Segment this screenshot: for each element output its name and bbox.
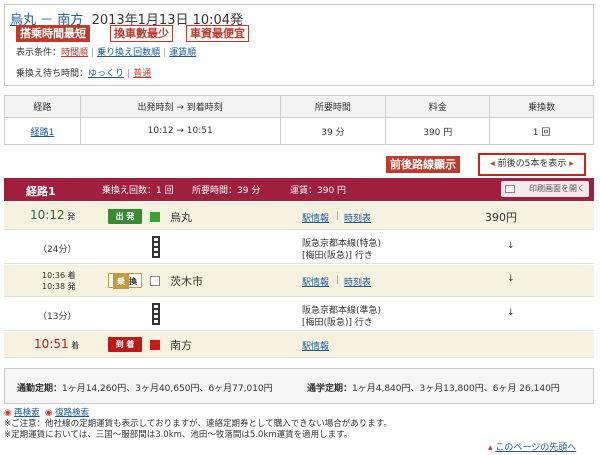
transfer-badge-right: 換	[129, 277, 137, 286]
page-top-link[interactable]: ▴ このページの先頭へ	[488, 440, 576, 453]
station-marker-icon	[150, 340, 160, 350]
print-icon	[505, 185, 515, 193]
departure-time: 10:12	[30, 208, 65, 222]
route-bar-title: 経路1	[26, 185, 56, 198]
route-bar-fare: 運賃：390 円	[290, 186, 347, 196]
segment-row: （24分） 阪急京都本線(特急) [梅田(阪急)] 行き ↓	[4, 231, 594, 264]
before-after-button[interactable]: ◂ 前後の5本を表示 ▸	[478, 153, 586, 176]
station-info-link[interactable]: 駅情報	[302, 211, 329, 224]
arrival-badge: 到 着	[108, 337, 142, 352]
before-after-label: 前後の5本を表示	[497, 159, 567, 169]
research-icon: ◉	[4, 408, 12, 418]
annotation-cheapest: 車資最便宜	[186, 25, 249, 42]
school-pass-prices: 1ヶ月4,840円、3ヶ月13,800円、6ヶ月 26,140円	[352, 384, 560, 394]
commute-pass-label: 通勤定期：	[17, 384, 63, 394]
research-link[interactable]: 再検索	[14, 408, 40, 418]
departure-badge: 出 発	[108, 209, 142, 224]
annotation-before-after: 前後路線顯示	[386, 156, 460, 173]
conditions-label: 表示条件：	[16, 48, 62, 58]
departure-suffix: 発	[67, 212, 76, 221]
school-pass-label: 通学定期：	[307, 384, 353, 394]
transfer-badge: 乗換	[108, 273, 142, 289]
return-search-link[interactable]: 復路検索	[55, 408, 89, 418]
commute-pass-prices: 1ヶ月14,260円、3ヶ月40,650円、6ヶ月77,010円	[62, 384, 273, 394]
rail-line-icon	[152, 303, 160, 325]
transfer-departure-time: 10:38 発	[42, 282, 76, 291]
stop-fare: 390円	[485, 211, 517, 224]
note-line: ※ご注意：他社線の定期運賃も表示しておりますが、連絡定期券として購入できない場合…	[4, 419, 392, 429]
annotation-fewest: 換車數最少	[110, 25, 173, 42]
transfer-badge-left: 乗	[113, 274, 129, 289]
route-times: 10:12 → 10:51	[79, 117, 281, 145]
segment-destination: [梅田(阪急)] 行き	[302, 251, 373, 261]
station-marker-icon	[150, 212, 160, 222]
route-bar-transfers: 乗換え回数：1 回	[102, 186, 174, 196]
col-transfers: 乗換数	[489, 95, 594, 118]
print-label: 印刷画面を開く	[529, 184, 585, 193]
arrival-time: 10:51	[34, 337, 69, 351]
arrow-down-icon: ↓	[507, 241, 515, 251]
arrival-suffix: 着	[71, 341, 80, 350]
stop-row-arrival: 10:51 着 到 着 南方 駅情報	[4, 332, 594, 358]
wait-relaxed[interactable]: ゆっくり	[88, 69, 124, 79]
print-button[interactable]: 印刷画面を開く	[501, 181, 589, 197]
table-row: 経路1 10:12 → 10:51 39 分 390 円 1 回	[4, 117, 594, 145]
display-conditions: 表示条件：時間順 | 乗り換え回数順 | 運賃順	[16, 48, 197, 58]
rail-line-icon	[152, 236, 160, 258]
segment-duration: （13分）	[38, 312, 77, 322]
sort-by-transfers[interactable]: 乗り換え回数順	[97, 48, 160, 58]
route-fare: 390 円	[385, 117, 491, 145]
arrow-down-icon: ↓	[507, 274, 515, 284]
commuter-pass-box: 通勤定期：1ヶ月14,260円、3ヶ月40,650円、6ヶ月77,010円 通学…	[4, 368, 594, 404]
timetable-link[interactable]: 時刻表	[344, 275, 371, 288]
route-summary-table: 経路 出発時刻 → 到着時刻 所要時間 料金 乗換数 経路1 10:12 → 1…	[4, 95, 594, 145]
segment-destination: [梅田(阪急)] 行き	[302, 318, 373, 328]
col-route: 経路	[4, 95, 81, 118]
annotation-fastest: 搭乘時間最短	[16, 25, 90, 42]
triangle-right-icon: ▸	[569, 159, 574, 169]
sort-by-fare[interactable]: 運賃順	[169, 48, 196, 58]
station-name: 烏丸	[170, 211, 192, 224]
route-transfers: 1 回	[489, 117, 594, 145]
route-bar-duration: 所要時間：39 分	[192, 186, 261, 196]
route-1-link[interactable]: 経路1	[31, 128, 55, 138]
col-duration: 所要時間	[279, 95, 387, 118]
route-duration: 39 分	[279, 117, 387, 145]
route-detail-header: 経路1 乗換え回数：1 回 所要時間：39 分 運賃：390 円 印刷画面を開く	[4, 178, 594, 201]
station-info-link[interactable]: 駅情報	[302, 339, 329, 352]
timetable-link[interactable]: 時刻表	[344, 211, 371, 224]
stop-row-departure: 10:12 発 出 発 烏丸 駅情報 | 時刻表 390円	[4, 202, 594, 230]
station-name: 南方	[170, 339, 192, 352]
return-icon: ◉	[45, 408, 53, 418]
station-name: 茨木市	[170, 275, 203, 288]
footer-notes: ◉ 再検索 ◉ 復路検索 ※ご注意：他社線の定期運賃も表示しておりますが、連絡定…	[4, 408, 596, 441]
segment-duration: （24分）	[38, 245, 77, 255]
transfer-arrival-time: 10:36 着	[42, 271, 76, 280]
segment-row: （13分） 阪急京都本線(準急) [梅田(阪急)] 行き ↓	[4, 298, 594, 331]
page-top-label: このページの先頭へ	[495, 443, 577, 453]
wait-label: 乗換え待ち時間：	[16, 69, 89, 79]
col-times: 出発時刻 → 到着時刻	[79, 95, 281, 118]
stop-row-transfer: 10:36 着 10:38 発 乗換 茨木市 駅情報 | 時刻表 ↓	[4, 265, 594, 297]
station-info-link[interactable]: 駅情報	[302, 275, 329, 288]
sort-by-time[interactable]: 時間順	[61, 48, 88, 58]
wait-time-options: 乗換え待ち時間：ゆっくり | 普通	[16, 69, 152, 79]
caret-up-icon: ▴	[488, 443, 493, 453]
col-fare: 料金	[385, 95, 491, 118]
wait-normal[interactable]: 普通	[133, 69, 151, 79]
arrow-down-icon: ↓	[507, 308, 515, 318]
triangle-left-icon: ◂	[490, 159, 495, 169]
station-marker-icon	[150, 276, 160, 286]
